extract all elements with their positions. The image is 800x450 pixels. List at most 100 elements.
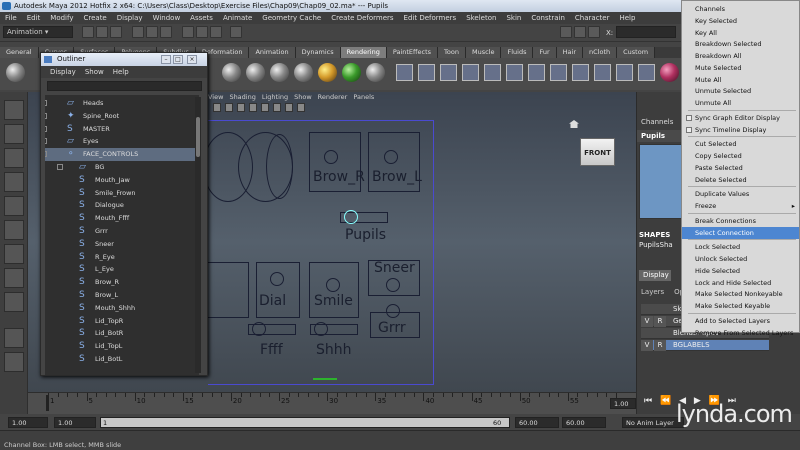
go-to-start-icon[interactable]: ⏮ <box>644 396 652 406</box>
viewport-menu-panels[interactable]: Panels <box>353 93 374 101</box>
render-icon[interactable] <box>560 26 572 38</box>
context-menu-item[interactable]: Lock and Hide Selected <box>682 277 799 289</box>
outliner-menu-display[interactable]: Display <box>50 68 76 76</box>
wireframe-icon[interactable] <box>249 103 257 112</box>
menu-create[interactable]: Create <box>83 14 106 22</box>
menu-set-dropdown[interactable]: Animation ▾ <box>3 26 73 38</box>
open-scene-icon[interactable] <box>96 26 108 38</box>
bookmark-icon[interactable] <box>225 103 233 112</box>
shelf-tab-muscle[interactable]: Muscle <box>465 47 502 58</box>
current-frame-field[interactable]: 1.00 <box>610 398 636 409</box>
context-menu-item[interactable]: Breakdown Selected <box>682 38 799 50</box>
maximize-button[interactable]: □ <box>173 55 183 64</box>
dialogue-control[interactable] <box>256 262 300 318</box>
context-menu-item[interactable]: Copy Selected <box>682 150 799 162</box>
paint-icon[interactable] <box>638 64 655 81</box>
shelf-tab-hair[interactable]: Hair <box>556 47 584 58</box>
toon-shader-icon[interactable] <box>660 63 679 82</box>
outliner-item[interactable]: S Brow_L <box>45 289 199 302</box>
select-object-icon[interactable] <box>146 26 158 38</box>
menu-skin[interactable]: Skin <box>506 14 521 22</box>
sphere-icon[interactable] <box>6 63 25 82</box>
time-slider[interactable]: 151015202530354045505560 <box>28 392 636 414</box>
outliner-item[interactable]: S Mouth_Shhh <box>45 302 199 315</box>
paint-select-tool-icon[interactable] <box>4 148 24 168</box>
shelf-tab-painteffects[interactable]: PaintEffects <box>386 47 439 58</box>
viewport-menu-show[interactable]: Show <box>294 93 312 101</box>
sneer-handle[interactable] <box>386 278 400 292</box>
render-settings-icon[interactable] <box>572 64 589 81</box>
playback-end-field[interactable]: 60.00 <box>515 417 559 428</box>
layers-menu-layers[interactable]: Layers <box>641 288 664 296</box>
menu-assets[interactable]: Assets <box>190 14 213 22</box>
rotate-tool-icon[interactable] <box>4 196 24 216</box>
menu-constrain[interactable]: Constrain <box>531 14 565 22</box>
context-menu-item[interactable]: Lock Selected <box>682 241 799 253</box>
menu-edit-deformers[interactable]: Edit Deformers <box>404 14 457 22</box>
expand-toggle-icon[interactable] <box>45 100 47 106</box>
context-menu-item[interactable]: Breakdown All <box>682 50 799 62</box>
x-field[interactable] <box>616 26 676 38</box>
smile-handle[interactable] <box>326 278 340 292</box>
shelf-tab-toon[interactable]: Toon <box>438 47 466 58</box>
outliner-item[interactable]: S Sneer <box>45 238 199 251</box>
outliner-scrollbar[interactable] <box>195 97 201 373</box>
layer-reference-toggle[interactable]: R <box>654 316 666 327</box>
outliner-item[interactable]: S MASTER <box>45 123 199 136</box>
shelf-tab-animation[interactable]: Animation <box>249 47 296 58</box>
context-menu-item[interactable]: Unmute All <box>682 97 799 109</box>
outliner-item[interactable]: ▱ Heads <box>45 97 199 110</box>
channels-tab[interactable]: Channels <box>637 116 685 128</box>
outliner-filter-field[interactable] <box>47 81 202 91</box>
outliner-item[interactable]: ✦ Spine_Root <box>45 110 199 123</box>
shelf-tab-fur[interactable]: Fur <box>533 47 557 58</box>
viewport-menu-view[interactable]: View <box>208 93 223 101</box>
outliner-item[interactable]: S Grrr <box>45 225 199 238</box>
expand-toggle-icon[interactable] <box>57 164 63 170</box>
render-pass-icon[interactable] <box>616 64 633 81</box>
context-menu-item[interactable]: Make Selected Nonkeyable <box>682 288 799 300</box>
texture-icon[interactable] <box>273 103 281 112</box>
pupils-handle[interactable] <box>344 210 358 224</box>
shader-sphere-icon[interactable] <box>270 63 289 82</box>
shelf-tab-ncloth[interactable]: nCloth <box>583 47 618 58</box>
shelf-tab-fluids[interactable]: Fluids <box>501 47 534 58</box>
light-icon[interactable] <box>462 64 479 81</box>
playback-start-field[interactable]: 1.00 <box>54 417 96 428</box>
menu-character[interactable]: Character <box>575 14 610 22</box>
layer-reference-toggle[interactable]: R <box>654 340 666 351</box>
universal-manip-icon[interactable] <box>4 244 24 264</box>
menu-help[interactable]: Help <box>619 14 635 22</box>
context-menu-item[interactable]: Sync Graph Editor Display <box>682 112 799 124</box>
menu-modify[interactable]: Modify <box>50 14 73 22</box>
outliner-item[interactable]: S Lid_BotR <box>45 327 199 340</box>
light-icon[interactable] <box>418 64 435 81</box>
menu-skeleton[interactable]: Skeleton <box>466 14 496 22</box>
menu-create-deformers[interactable]: Create Deformers <box>331 14 393 22</box>
context-menu-item[interactable]: Sync Timeline Display <box>682 124 799 136</box>
anim-layer-dropdown[interactable]: No Anim Layer <box>622 417 684 428</box>
context-menu-item[interactable]: Unlock Selected <box>682 253 799 265</box>
context-menu-item[interactable]: Unmute Selected <box>682 85 799 97</box>
history-icon[interactable] <box>230 26 242 38</box>
context-menu-item[interactable]: Freeze ▸ <box>682 200 799 212</box>
snap-curve-icon[interactable] <box>196 26 208 38</box>
menu-file[interactable]: File <box>5 14 17 22</box>
camera-icon[interactable] <box>506 64 523 81</box>
shader-sphere-icon[interactable] <box>294 63 313 82</box>
context-menu-item[interactable]: Remove From Selected Layers <box>682 327 799 339</box>
outliner-item[interactable]: S Lid_BotL <box>45 353 199 366</box>
eye-lid-control[interactable] <box>266 134 293 199</box>
checkbox-icon[interactable] <box>686 114 692 121</box>
step-back-icon[interactable]: ⏪ <box>660 396 671 406</box>
shelf-tab-custom[interactable]: Custom <box>617 47 656 58</box>
grid-icon[interactable] <box>237 103 245 112</box>
outliner-item[interactable]: S R_Eye <box>45 251 199 264</box>
end-time-field[interactable]: 60.00 <box>562 417 606 428</box>
start-time-field[interactable]: 1.00 <box>8 417 48 428</box>
light-icon[interactable] <box>396 64 413 81</box>
dialogue-handle[interactable] <box>270 272 284 286</box>
light-display-icon[interactable] <box>285 103 293 112</box>
shader-sphere-icon[interactable] <box>222 63 241 82</box>
home-icon[interactable] <box>569 120 579 128</box>
